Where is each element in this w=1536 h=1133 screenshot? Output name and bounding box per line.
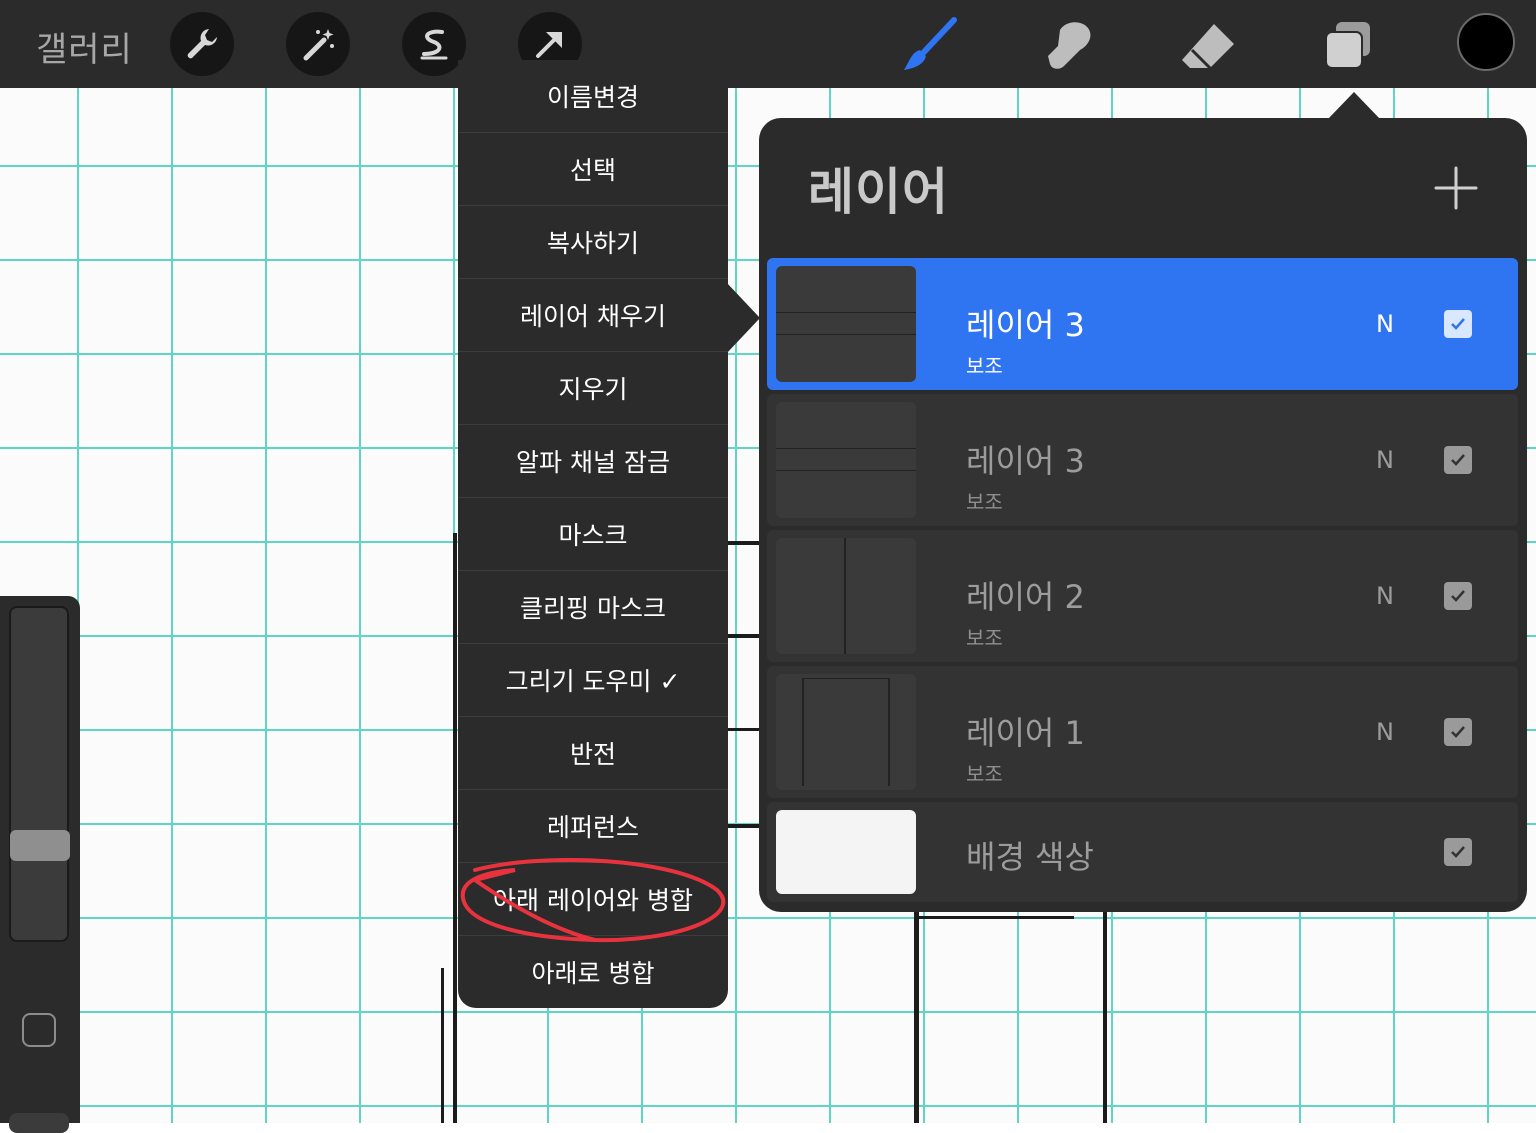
pencil-stroke bbox=[914, 916, 1074, 919]
layer-row[interactable]: 레이어 3 보조 N bbox=[767, 258, 1518, 390]
layer-name: 레이어 3 bbox=[966, 306, 1085, 344]
checkmark-icon bbox=[1451, 846, 1465, 858]
layer-row[interactable]: 레이어 3 보조 N bbox=[767, 394, 1518, 526]
layer-name: 레이어 1 bbox=[966, 714, 1085, 752]
visibility-checkbox[interactable] bbox=[1444, 718, 1472, 746]
layers-icon bbox=[1325, 22, 1370, 69]
pencil-stroke bbox=[1103, 912, 1107, 1123]
checkmark-icon bbox=[1451, 454, 1465, 466]
brush-size-slider[interactable] bbox=[9, 606, 69, 942]
menu-item-alpha-lock[interactable]: 알파 채널 잠금 bbox=[458, 424, 728, 496]
wrench-icon bbox=[187, 29, 217, 59]
magic-wand-icon bbox=[303, 29, 334, 61]
visibility-checkbox[interactable] bbox=[1444, 582, 1472, 610]
menu-item-copy[interactable]: 복사하기 bbox=[458, 205, 728, 277]
selection-button[interactable] bbox=[402, 12, 466, 76]
adjustments-button[interactable] bbox=[286, 12, 350, 76]
layer-name: 레이어 2 bbox=[966, 578, 1085, 616]
menu-item-mask[interactable]: 마스크 bbox=[458, 497, 728, 569]
smudge-button[interactable] bbox=[1036, 14, 1100, 78]
visibility-checkbox[interactable] bbox=[1444, 310, 1472, 338]
slider-thumb[interactable] bbox=[10, 830, 70, 861]
layers-panel-caret bbox=[1328, 92, 1380, 119]
menu-item-drawing-assist[interactable]: 그리기 도우미 ✓ bbox=[458, 643, 728, 715]
layer-subtitle: 보조 bbox=[966, 626, 1003, 650]
brush-icon bbox=[904, 17, 957, 70]
top-toolbar: 갤러리 bbox=[0, 0, 1536, 88]
pencil-stroke bbox=[453, 533, 457, 1123]
visibility-checkbox[interactable] bbox=[1444, 446, 1472, 474]
layer-subtitle: 보조 bbox=[966, 490, 1003, 514]
menu-item-clear[interactable]: 지우기 bbox=[458, 351, 728, 423]
blend-mode-button[interactable]: N bbox=[1376, 718, 1394, 746]
pencil-stroke bbox=[728, 634, 760, 638]
visibility-checkbox[interactable] bbox=[1444, 838, 1472, 866]
highlight-annotation bbox=[460, 858, 726, 943]
layer-name: 배경 색상 bbox=[966, 838, 1094, 876]
pencil-stroke bbox=[728, 824, 760, 828]
layer-thumbnail bbox=[776, 674, 916, 790]
blend-mode-button[interactable]: N bbox=[1376, 446, 1394, 474]
pencil-stroke bbox=[728, 728, 760, 731]
layer-subtitle: 보조 bbox=[966, 354, 1003, 378]
menu-item-fill-layer[interactable]: 레이어 채우기 bbox=[458, 278, 728, 350]
menu-item-invert[interactable]: 반전 bbox=[458, 716, 728, 788]
actions-button[interactable] bbox=[170, 12, 234, 76]
layers-button[interactable] bbox=[1316, 14, 1380, 78]
eraser-icon bbox=[1182, 24, 1234, 72]
add-layer-button[interactable] bbox=[1430, 162, 1482, 214]
checkmark-icon bbox=[1451, 590, 1465, 602]
modify-button[interactable] bbox=[22, 1013, 56, 1047]
blend-mode-button[interactable]: N bbox=[1376, 582, 1394, 610]
layer-thumbnail bbox=[776, 402, 916, 518]
gallery-button[interactable]: 갤러리 bbox=[36, 22, 133, 71]
checkmark-icon bbox=[1451, 726, 1465, 738]
menu-item-select[interactable]: 선택 bbox=[458, 132, 728, 204]
pencil-stroke bbox=[728, 541, 760, 545]
selection-icon bbox=[420, 29, 448, 60]
layer-name: 레이어 3 bbox=[966, 442, 1085, 480]
background-color-row[interactable]: 배경 색상 bbox=[767, 802, 1518, 902]
layer-row[interactable]: 레이어 1 보조 N bbox=[767, 666, 1518, 798]
layer-thumbnail bbox=[776, 266, 916, 382]
color-picker-button[interactable] bbox=[1457, 13, 1515, 71]
eraser-button[interactable] bbox=[1176, 14, 1240, 78]
blend-mode-button[interactable]: N bbox=[1376, 310, 1394, 338]
menu-pointer bbox=[726, 282, 760, 354]
brush-button[interactable] bbox=[896, 14, 960, 78]
menu-item-clipping-mask[interactable]: 클리핑 마스크 bbox=[458, 570, 728, 642]
layers-title: 레이어 bbox=[808, 163, 949, 221]
menu-item-rename[interactable]: 이름변경 bbox=[458, 60, 728, 132]
menu-item-reference[interactable]: 레퍼런스 bbox=[458, 789, 728, 861]
layer-row[interactable]: 레이어 2 보조 N bbox=[767, 530, 1518, 662]
transform-arrow-icon bbox=[536, 32, 562, 58]
layer-thumbnail bbox=[776, 538, 916, 654]
background-thumbnail bbox=[776, 810, 916, 894]
opacity-slider[interactable] bbox=[9, 1113, 69, 1133]
smudge-icon bbox=[1048, 22, 1091, 69]
pencil-stroke bbox=[441, 968, 444, 1123]
pencil-stroke bbox=[914, 912, 919, 1123]
layer-subtitle: 보조 bbox=[966, 762, 1003, 786]
checkmark-icon bbox=[1451, 318, 1465, 330]
